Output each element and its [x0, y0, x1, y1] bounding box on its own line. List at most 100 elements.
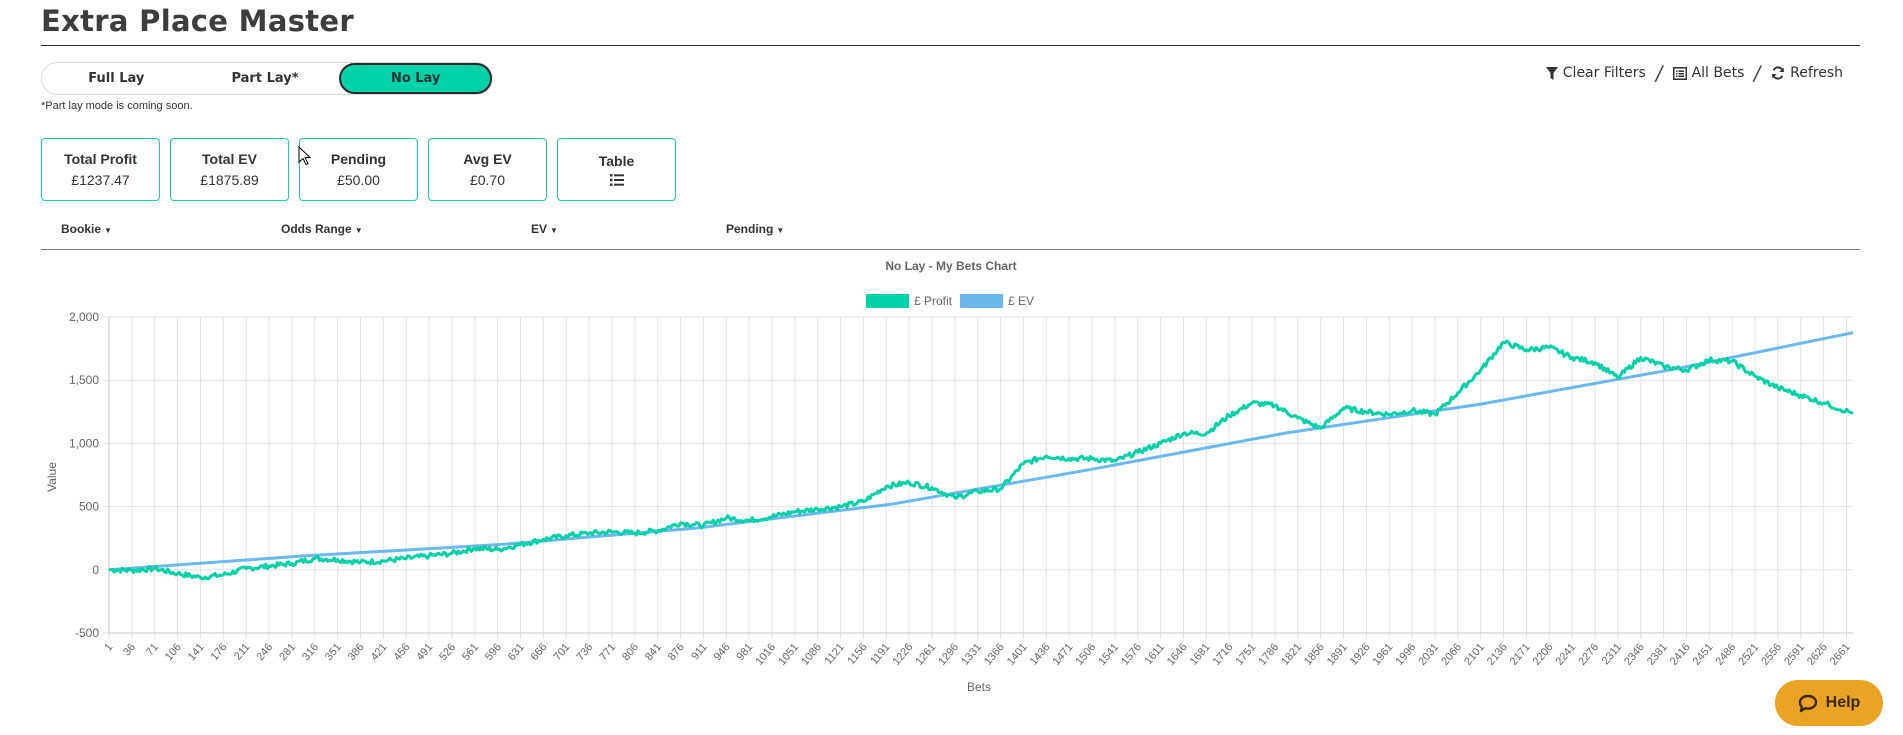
page-title: Extra Place Master — [41, 4, 354, 38]
filter-ev-dropdown[interactable]: EV ▼ — [531, 222, 558, 236]
part-lay-note: *Part lay mode is coming soon. — [41, 100, 193, 112]
help-button[interactable]: Help — [1775, 680, 1883, 726]
table-view-button[interactable]: Table — [557, 138, 676, 201]
stat-label: Total Profit — [64, 151, 137, 167]
y-tick-label: 0 — [92, 563, 99, 577]
chart-grid — [103, 316, 1853, 639]
x-tick-label: 2136 — [1485, 641, 1510, 667]
action-bar: Clear Filters / All Bets / Refresh — [1545, 61, 1843, 85]
x-tick-label: 771 — [597, 641, 618, 663]
x-tick-label: 386 — [346, 641, 367, 663]
x-tick-label: 2626 — [1805, 641, 1830, 667]
x-tick-label: 176 — [209, 641, 230, 663]
legend-swatch — [960, 294, 1003, 308]
x-tick-label: 2416 — [1668, 641, 1693, 667]
separator: / — [1653, 61, 1665, 85]
x-tick-label: 1786 — [1256, 641, 1281, 667]
x-tick-label: 2381 — [1645, 641, 1670, 667]
x-tick-label: 1716 — [1211, 641, 1236, 667]
bets-chart: No Lay - My Bets Chart £ Profit £ EV 2,00… — [45, 259, 1854, 694]
x-tick-label: 911 — [689, 641, 709, 662]
stat-pending: Pending £50.00 — [299, 138, 418, 201]
stat-label: Table — [598, 153, 635, 169]
x-tick-label: 1576 — [1119, 641, 1144, 667]
x-tick-label: 2171 — [1508, 641, 1533, 667]
x-tick-label: 1681 — [1188, 641, 1213, 667]
filter-bookie-dropdown[interactable]: Bookie ▼ — [61, 222, 112, 236]
title-divider — [41, 45, 1860, 46]
filter-label: EV — [531, 222, 548, 236]
x-tick-label: 946 — [712, 641, 733, 663]
all-bets-button[interactable]: All Bets — [1672, 65, 1745, 81]
x-tick-label: 2101 — [1462, 641, 1487, 667]
y-axis-label: Value — [45, 462, 59, 492]
x-tick-label: 596 — [483, 641, 504, 663]
stat-label: Total EV — [202, 151, 257, 167]
x-tick-label: 666 — [529, 641, 550, 663]
x-tick-label: 211 — [232, 641, 252, 662]
x-tick-label: 561 — [460, 641, 481, 663]
x-tick-label: 2066 — [1439, 641, 1464, 667]
x-tick-label: 1296 — [936, 641, 961, 667]
x-tick-label: 71 — [144, 641, 161, 658]
filter-bar: Bookie ▼ Odds Range ▼ EV ▼ Pending ▼ — [41, 222, 1860, 250]
x-tick-label: 421 — [369, 641, 390, 663]
x-tick-label: 1646 — [1165, 641, 1190, 667]
x-tick-label: 456 — [392, 641, 413, 663]
x-tick-label: 1996 — [1393, 641, 1418, 667]
x-tick-label: 2451 — [1691, 641, 1716, 667]
x-tick-label: 841 — [643, 641, 664, 663]
x-tick-label: 2556 — [1759, 641, 1784, 667]
x-tick-label: 281 — [277, 641, 298, 663]
x-tick-label: 1611 — [1143, 641, 1167, 667]
legend-label: £ Profit — [914, 294, 953, 308]
x-tick-label: 1891 — [1325, 641, 1350, 667]
chart-series — [108, 331, 1854, 581]
refresh-button[interactable]: Refresh — [1771, 65, 1843, 81]
stat-avg-ev: Avg EV £0.70 — [428, 138, 547, 201]
mode-full-lay-button[interactable]: Full Lay — [42, 63, 191, 94]
x-tick-label: 2486 — [1714, 641, 1739, 667]
stat-label: Avg EV — [463, 151, 512, 167]
refresh-icon — [1772, 66, 1785, 80]
x-tick-label: 1051 — [776, 641, 801, 667]
stat-label: Pending — [330, 151, 387, 167]
x-tick-label: 1261 — [913, 641, 938, 667]
filter-odds-range-dropdown[interactable]: Odds Range ▼ — [281, 222, 363, 236]
stat-value: £0.70 — [469, 172, 506, 188]
y-tick-label: 2,000 — [69, 310, 99, 324]
all-bets-label: All Bets — [1691, 65, 1745, 81]
filter-pending-dropdown[interactable]: Pending ▼ — [726, 222, 784, 236]
x-tick-label: 1821 — [1279, 641, 1304, 667]
x-tick-label: 1401 — [1005, 641, 1030, 667]
x-tick-label: 736 — [574, 641, 595, 663]
mode-part-lay-button[interactable]: Part Lay* — [191, 63, 340, 94]
x-tick-label: 1156 — [845, 641, 869, 667]
y-axis: 2,000 1,500 1,000 500 0 -500 — [69, 310, 99, 640]
help-label: Help — [1825, 694, 1861, 711]
x-tick-label: 1541 — [1096, 641, 1121, 667]
x-tick-label: 351 — [323, 641, 344, 663]
x-tick-label: 2521 — [1736, 641, 1761, 667]
x-tick-label: 1856 — [1302, 641, 1327, 667]
x-tick-label: 806 — [620, 641, 641, 663]
separator: / — [1752, 61, 1764, 85]
x-tick-label: 1191 — [868, 641, 892, 667]
chart-legend: £ Profit £ EV — [866, 294, 1034, 308]
x-tick-label: 2346 — [1622, 641, 1647, 667]
x-tick-label: 1961 — [1371, 641, 1396, 667]
x-tick-label: 2661 — [1828, 641, 1853, 667]
caret-down-icon: ▼ — [550, 226, 558, 235]
x-axis: 1 36 71 106 141 176 211 246 281 316 351 386 421 456 49… — [102, 641, 1853, 667]
x-tick-label: 2206 — [1531, 641, 1556, 667]
stat-value: £1875.89 — [200, 172, 259, 188]
mode-toggle: Full Lay Part Lay* No Lay — [41, 62, 493, 95]
chart-title: No Lay - My Bets Chart — [885, 259, 1016, 273]
stat-value: £1237.47 — [71, 172, 130, 188]
x-tick-label: 2241 — [1553, 641, 1578, 667]
x-tick-label: 106 — [163, 641, 184, 663]
mode-no-lay-button[interactable]: No Lay — [339, 63, 493, 94]
stat-total-ev: Total EV £1875.89 — [170, 138, 289, 201]
x-tick-label: 246 — [254, 641, 275, 663]
clear-filters-button[interactable]: Clear Filters — [1545, 65, 1646, 81]
